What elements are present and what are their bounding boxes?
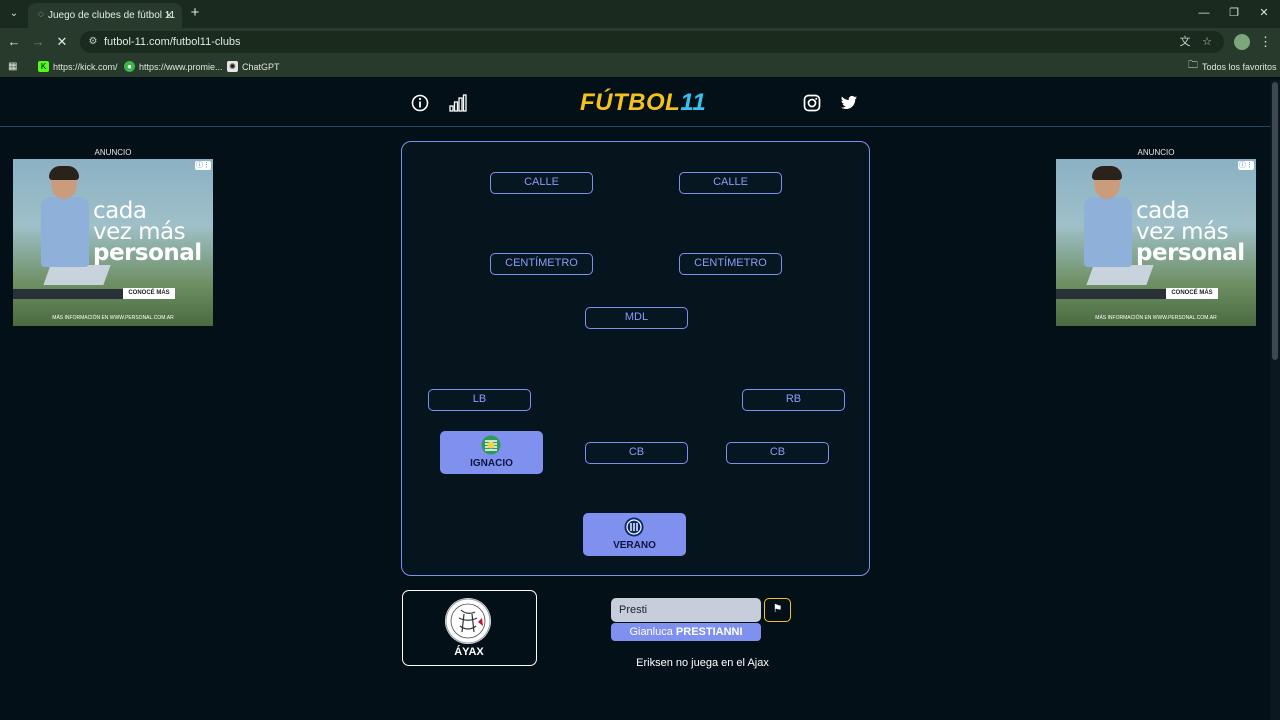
stop-loading-icon[interactable]: ✕ bbox=[54, 34, 70, 50]
status-message: Eriksen no juega en el Ajax bbox=[636, 657, 769, 669]
player-name: VERANO bbox=[613, 540, 656, 551]
tab-search-icon[interactable]: ⌄ bbox=[6, 6, 22, 22]
position-slot-rb[interactable]: RB bbox=[742, 389, 845, 411]
club-name: ÁYAX bbox=[454, 646, 484, 658]
ajax-logo-icon bbox=[445, 598, 491, 644]
close-tab-icon[interactable]: × bbox=[162, 8, 176, 22]
all-bookmarks[interactable]: 🗀 Todos los favoritos bbox=[1188, 59, 1277, 74]
site-logo[interactable]: FÚTBOL11 bbox=[580, 89, 706, 117]
club-card: ÁYAX bbox=[402, 590, 537, 666]
position-slot-st-right[interactable]: CALLE bbox=[679, 172, 782, 194]
profile-avatar[interactable] bbox=[1234, 34, 1250, 50]
kick-icon: K bbox=[38, 61, 49, 72]
advertisement-right[interactable]: cada vez más personal CONOCÉ MÁS MÁS INF… bbox=[1056, 159, 1256, 326]
search-suggestion[interactable]: Gianluca PRESTIANNI bbox=[611, 623, 761, 641]
give-up-button[interactable]: ⚑ bbox=[764, 598, 791, 622]
tab-title: Juego de clubes de fútbol 11 bbox=[48, 10, 176, 21]
position-slot-dm[interactable]: MDL bbox=[585, 307, 688, 329]
ad-label: ANUNCIO bbox=[94, 148, 132, 157]
restore-icon[interactable]: ❐ bbox=[1226, 6, 1242, 20]
ad-cta-button[interactable]: CONOCÉ MÁS bbox=[123, 288, 175, 299]
position-slot-cb-right[interactable]: CB bbox=[726, 442, 829, 464]
ad-label: ANUNCIO bbox=[1137, 148, 1175, 157]
position-slot-cm-right[interactable]: CENTÍMETRO bbox=[679, 253, 782, 275]
bookmark-label: ChatGPT bbox=[242, 61, 280, 72]
suggestion-last-name: PRESTIANNI bbox=[675, 626, 743, 638]
bookmark-label: https://www.promie... bbox=[139, 61, 223, 72]
position-slot-cb-left[interactable]: CB bbox=[585, 442, 688, 464]
ad-footer: MÁS INFORMACIÓN EN WWW.PERSONAL.COM.AR bbox=[1095, 315, 1217, 321]
ad-person-graphic bbox=[33, 166, 111, 299]
position-slot-st-left[interactable]: CALLE bbox=[490, 172, 593, 194]
site-info-icon[interactable]: ⚙ bbox=[86, 35, 100, 49]
browser-menu-icon[interactable]: ⋮ bbox=[1259, 34, 1272, 50]
ad-footer: MÁS INFORMACIÓN EN WWW.PERSONAL.COM.AR bbox=[52, 315, 174, 321]
minimize-icon[interactable]: — bbox=[1196, 6, 1212, 20]
logo-number: 11 bbox=[680, 89, 707, 116]
folder-icon: 🗀 bbox=[1188, 60, 1198, 71]
filled-player-ignacio[interactable]: IGNACIO bbox=[440, 431, 543, 474]
bookmark-star-icon[interactable]: ☆ bbox=[1200, 35, 1214, 49]
page-loading-icon: ◌ bbox=[38, 9, 44, 20]
player-name: IGNACIO bbox=[470, 458, 513, 469]
chatgpt-icon: ✺ bbox=[227, 61, 238, 72]
advertisement-left[interactable]: cada vez más personal CONOCÉ MÁS MÁS INF… bbox=[13, 159, 213, 326]
ad-headline: cada vez más personal bbox=[1136, 200, 1245, 266]
ad-line: personal bbox=[93, 240, 202, 266]
back-icon[interactable]: ← bbox=[6, 34, 22, 50]
ad-info-icon[interactable]: ⓘ⋮ bbox=[1238, 161, 1254, 170]
formation-pitch: CALLE CALLE CENTÍMETRO CENTÍMETRO MDL LB… bbox=[401, 141, 870, 576]
forward-icon[interactable]: → bbox=[30, 34, 46, 50]
sporting-badge-icon bbox=[481, 435, 501, 455]
bookmark-label: https://kick.com/ bbox=[53, 61, 118, 72]
ad-info-icon[interactable]: ⓘ⋮ bbox=[195, 161, 211, 170]
site-header: FÚTBOL11 bbox=[0, 80, 1270, 127]
browser-toolbar: ← → ✕ ⚙ futbol-11.com/futbol11-clubs 文 ☆ bbox=[0, 28, 1280, 56]
inter-badge-icon bbox=[624, 517, 644, 537]
browser-tab-bar: ⌄ ◌ Juego de clubes de fútbol 11 × + — ❐… bbox=[0, 0, 1280, 28]
player-search-input[interactable] bbox=[611, 598, 761, 622]
globe-icon: ● bbox=[124, 61, 135, 72]
new-tab-icon[interactable]: + bbox=[188, 5, 202, 21]
suggestion-first-name: Gianluca bbox=[629, 626, 673, 638]
translate-icon[interactable]: 文 bbox=[1178, 35, 1192, 49]
filled-player-verano[interactable]: VERANO bbox=[583, 513, 686, 556]
url-text: futbol-11.com/futbol11-clubs bbox=[104, 36, 241, 48]
apps-icon[interactable]: ▦ bbox=[8, 59, 17, 74]
twitter-icon[interactable] bbox=[840, 94, 858, 112]
close-window-icon[interactable]: ✕ bbox=[1256, 6, 1272, 20]
position-slot-lb[interactable]: LB bbox=[428, 389, 531, 411]
position-slot-cm-left[interactable]: CENTÍMETRO bbox=[490, 253, 593, 275]
instagram-icon[interactable] bbox=[803, 94, 821, 112]
ad-headline: cada vez más personal bbox=[93, 200, 202, 266]
bookmark-chatgpt[interactable]: ✺ ChatGPT bbox=[227, 59, 280, 74]
scrollbar-thumb[interactable] bbox=[1272, 82, 1278, 360]
browser-tab[interactable]: ◌ Juego de clubes de fútbol 11 × bbox=[28, 3, 182, 28]
logo-text: FÚTBOL bbox=[580, 89, 681, 116]
ad-cta-button[interactable]: CONOCÉ MÁS bbox=[1166, 288, 1218, 299]
stats-icon[interactable] bbox=[449, 94, 467, 112]
page-content: FÚTBOL11 ANUNCIO cada vez más personal C… bbox=[0, 80, 1270, 720]
bookmarks-bar: ▦ K https://kick.com/ ● https://www.prom… bbox=[0, 56, 1280, 77]
info-icon[interactable] bbox=[411, 94, 429, 112]
all-bookmarks-label: Todos los favoritos bbox=[1202, 61, 1277, 72]
bookmark-promiedos[interactable]: ● https://www.promie... bbox=[124, 59, 223, 74]
bookmark-kick[interactable]: K https://kick.com/ bbox=[38, 59, 118, 74]
flag-icon: ⚑ bbox=[772, 603, 783, 615]
address-bar[interactable]: ⚙ futbol-11.com/futbol11-clubs 文 ☆ bbox=[80, 31, 1224, 53]
ad-line: personal bbox=[1136, 240, 1245, 266]
ad-person-graphic bbox=[1076, 166, 1154, 299]
